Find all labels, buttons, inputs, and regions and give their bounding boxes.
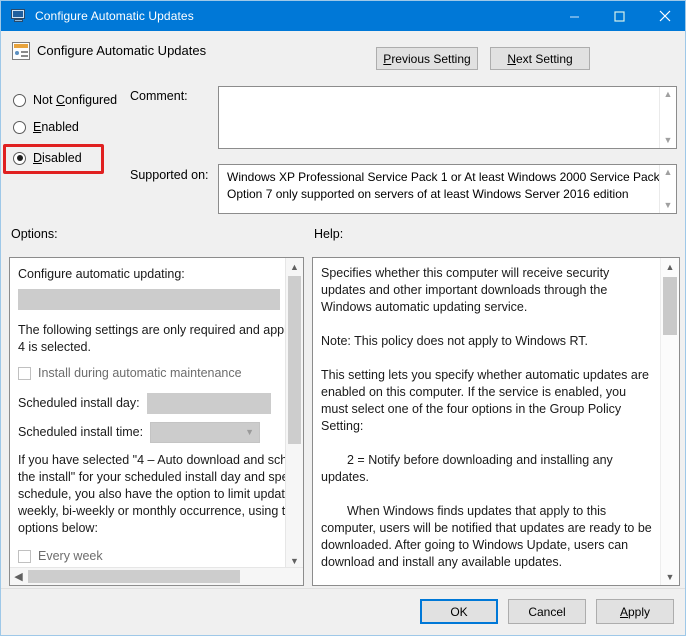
disabled-radio[interactable]: Disabled [13,149,82,167]
help-vertical-scrollbar[interactable]: ▲ ▼ [660,258,679,585]
checkbox-indicator [18,550,31,563]
chevron-up-icon[interactable]: ▲ [286,258,303,275]
policy-window-icon [11,8,27,24]
chevron-left-icon[interactable]: ◀ [10,568,27,585]
chevron-up-icon[interactable]: ▲ [664,165,673,180]
scheduled-install-day-label: Scheduled install day: [18,396,140,410]
scheduled-install-day-row: Scheduled install day: [18,393,280,414]
ok-button[interactable]: OK [420,599,498,624]
cancel-button[interactable]: Cancel [508,599,586,624]
comment-scrollbar[interactable]: ▲ ▼ [659,87,676,148]
options-note-line: The following settings are only required… [18,323,288,337]
configure-updating-label: Configure automatic updating: [18,267,185,281]
help-paragraph: Specifies whether this computer will rec… [321,266,613,314]
setting-navigation: Previous Setting Next Setting [376,47,590,70]
scheduled-install-time-row: Scheduled install time: ▼ [18,422,280,443]
help-content: Specifies whether this computer will rec… [313,258,661,585]
options-vertical-scrollbar[interactable]: ▲ ▼ [285,258,303,569]
options-horizontal-scrollbar[interactable]: ◀ ▶ [10,567,303,585]
limit-updating-line: the install" for your scheduled install … [18,470,288,484]
disabled-label: Disabled [33,151,82,165]
title-bar: Configure Automatic Updates [1,1,685,31]
radio-indicator [13,93,26,107]
not-configured-radio[interactable]: Not Configured [13,91,117,109]
chevron-up-icon[interactable]: ▲ [664,87,673,102]
help-paragraph: This setting lets you specify whether au… [321,368,653,433]
supported-on-line: Windows XP Professional Service Pack 1 o… [227,170,670,184]
chevron-down-icon[interactable]: ▼ [661,568,679,585]
scrollbar-thumb[interactable] [663,277,677,335]
comment-input[interactable]: ▲ ▼ [218,86,677,149]
supported-on-label: Supported on: [130,168,209,182]
configure-automatic-updates-dialog: Configure Automatic Updates Configure Au… [0,0,686,636]
install-maintenance-label: Install during automatic maintenance [38,366,242,380]
install-maintenance-checkbox[interactable]: Install during automatic maintenance [18,365,280,382]
next-setting-accel: N [507,51,516,66]
previous-setting-label: revious Setting [391,51,471,66]
options-note-line: 4 is selected. [18,340,91,354]
options-panel: Configure automatic updating: The follow… [9,257,304,586]
apply-button[interactable]: Apply [596,599,674,624]
maximize-icon[interactable] [597,1,642,31]
close-icon[interactable] [642,1,685,31]
help-label: Help: [314,227,344,241]
radio-indicator-selected [13,151,26,165]
limit-updating-line: options below: [18,521,98,535]
help-paragraph: 2 = Notify before downloading and instal… [321,453,617,484]
limit-updating-line: If you have selected "4 – Auto download … [18,453,288,467]
limit-updating-line: weekly, bi-weekly or monthly occurrence,… [18,504,288,518]
checkbox-indicator [18,367,31,380]
footer-buttons: OK Cancel Apply [420,599,674,624]
not-configured-label: Not Configured [33,93,118,107]
scheduled-install-time-label: Scheduled install time: [18,425,144,439]
configure-updating-select[interactable] [18,289,280,310]
minimize-icon[interactable] [552,1,597,31]
next-setting-label: ext Setting [515,51,573,66]
help-panel: Specifies whether this computer will rec… [312,257,680,586]
help-paragraph: When Windows finds updates that apply to… [321,504,656,569]
apply-accel: A [619,604,628,619]
next-setting-button[interactable]: Next Setting [490,47,590,70]
every-week-checkbox[interactable]: Every week [18,548,280,565]
chevron-down-icon[interactable]: ▼ [664,198,673,213]
window-title: Configure Automatic Updates [35,9,194,23]
previous-setting-button[interactable]: Previous Setting [376,47,478,70]
window-controls [552,1,685,31]
comment-label: Comment: [130,89,188,103]
limit-updating-line: schedule, you also have the option to li… [18,487,288,501]
help-paragraph: Note: This policy does not apply to Wind… [321,334,589,348]
chevron-up-icon[interactable]: ▲ [661,258,679,275]
scrollbar-corner [286,568,303,585]
chevron-down-icon[interactable]: ▼ [664,133,673,148]
chevron-down-icon: ▼ [245,427,254,437]
options-content: Configure automatic updating: The follow… [10,258,288,569]
scrollbar-thumb[interactable] [28,570,240,583]
apply-label: pply [628,604,651,619]
policy-setting-icon [12,42,30,60]
dialog-footer: OK Cancel Apply [1,588,685,635]
scheduled-install-time-select[interactable]: ▼ [150,422,261,443]
options-label: Options: [11,227,58,241]
enabled-label: Enabled [33,120,79,134]
previous-setting-accel: P [383,51,392,66]
scheduled-install-day-select[interactable] [146,393,271,414]
radio-indicator [13,120,26,134]
enabled-radio[interactable]: Enabled [13,118,79,136]
supported-on-line: Option 7 only supported on servers of at… [227,187,629,201]
page-title: Configure Automatic Updates [37,43,207,58]
every-week-label: Every week [38,549,103,563]
supported-on-field: Windows XP Professional Service Pack 1 o… [218,164,677,214]
supported-on-scrollbar[interactable]: ▲ ▼ [659,165,676,213]
scrollbar-thumb[interactable] [288,276,301,444]
